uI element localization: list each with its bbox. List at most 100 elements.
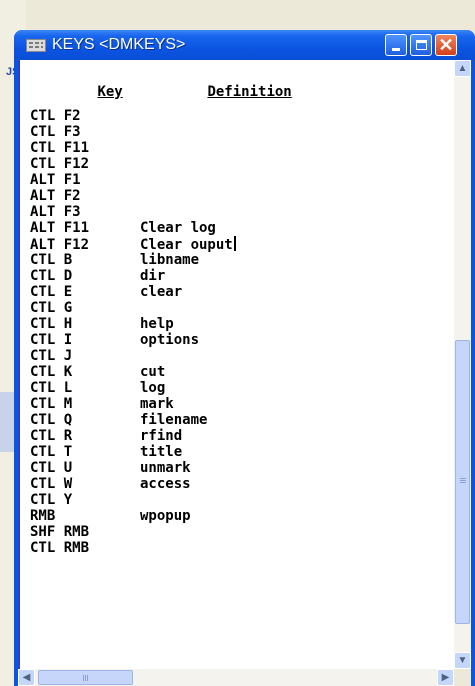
key-row: ALT F11 Clear log <box>30 220 216 236</box>
key-row: CTL Q filename <box>30 412 207 428</box>
definition-cell: rfind <box>140 428 183 444</box>
maximize-icon <box>416 40 427 50</box>
key-row: CTL B libname <box>30 252 199 268</box>
key-cell: CTL F12 <box>30 156 90 172</box>
key-row: CTL F11 <box>30 140 140 156</box>
key-cell: CTL T <box>30 444 73 460</box>
scroll-up-button[interactable]: ▲ <box>454 60 471 77</box>
definition-cell: filename <box>140 412 208 428</box>
key-cell: CTL F2 <box>30 108 81 124</box>
key-row: CTL E clear <box>30 284 182 300</box>
key-cell: CTL J <box>30 348 73 364</box>
scroll-left-button[interactable]: ◀ <box>18 669 35 686</box>
horizontal-scroll-thumb[interactable] <box>38 670 133 685</box>
horizontal-scrollbar[interactable]: ◀ ▶ <box>18 669 454 686</box>
key-cell: CTL H <box>30 316 73 332</box>
key-cell: RMB <box>30 508 56 524</box>
definition-cell: help <box>140 316 174 332</box>
keys-window: KEYS <DMKEYS> ✕ Key Definition CTL F2 CTL … <box>14 30 475 686</box>
key-cell: CTL Y <box>30 492 73 508</box>
key-cell: CTL Q <box>30 412 73 428</box>
key-row: CTL J <box>30 348 140 364</box>
scroll-right-button[interactable]: ▶ <box>437 669 454 686</box>
vertical-scrollbar[interactable]: ▲ ▼ <box>454 60 471 673</box>
close-button[interactable]: ✕ <box>435 34 457 56</box>
key-cell: CTL F11 <box>30 140 90 156</box>
key-cell: ALT F11 <box>30 220 90 236</box>
definition-cell: cut <box>140 364 166 380</box>
key-cell: CTL W <box>30 476 73 492</box>
key-cell: CTL B <box>30 252 73 268</box>
definition-cell: libname <box>140 252 200 268</box>
key-row: CTL R rfind <box>30 428 182 444</box>
definition-cell: unmark <box>140 460 191 476</box>
window-title: KEYS <DMKEYS> <box>52 36 186 53</box>
key-cell: CTL D <box>30 268 73 284</box>
key-cell: ALT F2 <box>30 188 81 204</box>
key-cell: CTL M <box>30 396 73 412</box>
resize-grip[interactable] <box>454 669 471 686</box>
header-definition: Definition <box>207 84 292 100</box>
key-row: CTL M mark <box>30 396 174 412</box>
key-row: CTL RMB <box>30 540 140 556</box>
key-cell: CTL U <box>30 460 73 476</box>
chevron-left-icon: ◀ <box>22 672 31 683</box>
key-cell: CTL K <box>30 364 73 380</box>
scroll-down-button[interactable]: ▼ <box>454 652 471 669</box>
definition-cell: access <box>140 476 191 492</box>
close-icon: ✕ <box>438 35 454 55</box>
key-row: SHF RMB <box>30 524 140 540</box>
key-cell: CTL F3 <box>30 124 81 140</box>
key-cell: CTL I <box>30 332 73 348</box>
definition-cell: Clear ouput <box>140 237 233 253</box>
background-accent <box>0 392 14 452</box>
key-row: CTL G <box>30 300 140 316</box>
keys-text-area[interactable]: Key Definition CTL F2 CTL F3 CTL F11 CTL F12… <box>18 60 454 673</box>
chevron-up-icon: ▲ <box>457 63 468 74</box>
key-cell: ALT F1 <box>30 172 81 188</box>
key-row: CTL Y <box>30 492 140 508</box>
client-area: Key Definition CTL F2 CTL F3 CTL F11 CTL F12… <box>18 60 471 686</box>
maximize-button[interactable] <box>410 34 432 56</box>
key-cell: CTL RMB <box>30 540 90 556</box>
key-row: CTL F3 <box>30 124 140 140</box>
key-row: CTL D dir <box>30 268 165 284</box>
key-cell: CTL R <box>30 428 73 444</box>
key-row: CTL L log <box>30 380 165 396</box>
definition-cell: title <box>140 444 183 460</box>
key-row: ALT F2 <box>30 188 140 204</box>
header-row: Key Definition <box>30 68 291 100</box>
chevron-right-icon: ▶ <box>441 672 450 683</box>
key-row: RMB wpopup <box>30 508 191 524</box>
key-row: CTL F2 <box>30 108 140 124</box>
definition-cell: mark <box>140 396 174 412</box>
minimize-button[interactable] <box>385 34 407 56</box>
header-key: Key <box>97 84 123 100</box>
key-cell: CTL E <box>30 284 73 300</box>
chevron-down-icon: ▼ <box>457 655 468 666</box>
key-row: ALT F12 Clear ouput <box>30 236 236 253</box>
key-row: CTL I options <box>30 332 199 348</box>
key-cell: ALT F3 <box>30 204 81 220</box>
key-row: CTL K cut <box>30 364 165 380</box>
definition-cell: wpopup <box>140 508 191 524</box>
definition-cell: log <box>140 380 166 396</box>
title-bar[interactable]: KEYS <DMKEYS> ✕ <box>14 30 475 60</box>
key-row: CTL U unmark <box>30 460 191 476</box>
key-row: ALT F3 <box>30 204 140 220</box>
key-cell: CTL G <box>30 300 73 316</box>
sas-keys-icon[interactable] <box>26 39 46 52</box>
key-row: ALT F1 <box>30 172 140 188</box>
vertical-scroll-thumb[interactable] <box>455 340 470 624</box>
definition-cell: options <box>140 332 200 348</box>
definition-cell: Clear log <box>140 220 216 236</box>
key-row: CTL W access <box>30 476 191 492</box>
key-cell: ALT F12 <box>30 237 90 253</box>
minimize-icon <box>392 48 400 51</box>
key-row: CTL F12 <box>30 156 140 172</box>
definition-cell: clear <box>140 284 183 300</box>
text-caret <box>233 236 236 251</box>
definition-cell: dir <box>140 268 166 284</box>
key-row: CTL H help <box>30 316 174 332</box>
key-cell: CTL L <box>30 380 73 396</box>
